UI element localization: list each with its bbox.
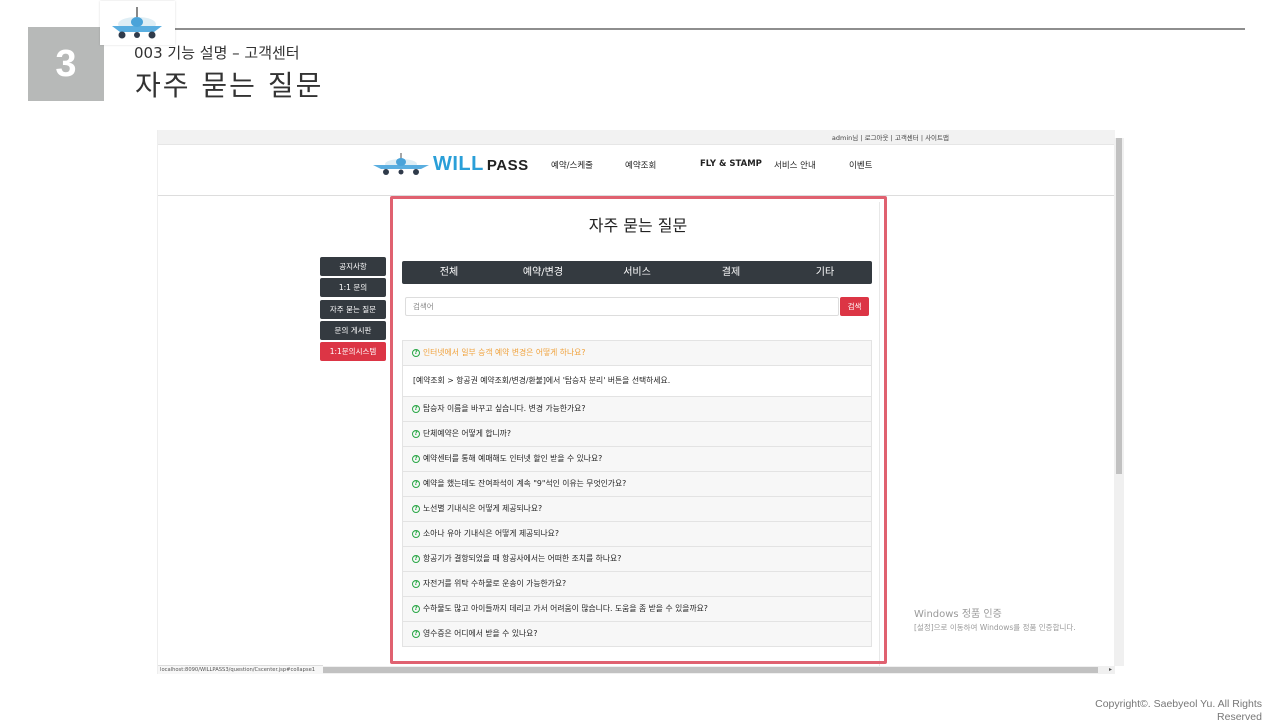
question-circle-icon: ? <box>412 349 420 357</box>
side-item-faq[interactable]: 자주 묻는 질문 <box>320 299 386 319</box>
faq-item[interactable]: ? 수하물도 많고 아이들까지 데리고 가서 어려움이 많습니다. 도움을 좀 받… <box>402 596 872 622</box>
question-circle-icon: ? <box>412 455 420 463</box>
faq-question: 수하물도 많고 아이들까지 데리고 가서 어려움이 많습니다. 도움을 좀 받을… <box>423 604 708 613</box>
side-item-board[interactable]: 문의 게시판 <box>320 320 386 340</box>
faq-item[interactable]: ? 인터넷에서 일부 승객 예약 변경은 어떻게 하나요? <box>402 340 872 366</box>
horizontal-scroll-thumb[interactable] <box>323 667 1098 673</box>
question-circle-icon: ? <box>412 630 420 638</box>
search-button[interactable]: 검색 <box>840 297 869 316</box>
tab-service[interactable]: 서비스 <box>590 261 684 284</box>
question-circle-icon: ? <box>412 555 420 563</box>
faq-list: ? 인터넷에서 일부 승객 예약 변경은 어떻게 하나요? [예약조회 > 항공권… <box>402 340 872 647</box>
faq-item[interactable]: ? 예약센터를 통해 예매해도 인터넷 할인 받을 수 있나요? <box>402 446 872 472</box>
horizontal-scrollbar[interactable]: ▸ <box>323 666 1115 674</box>
question-circle-icon: ? <box>412 480 420 488</box>
tab-payment[interactable]: 결제 <box>684 261 778 284</box>
question-circle-icon: ? <box>412 430 420 438</box>
faq-question: 자전거를 위탁 수하물로 운송이 가능한가요? <box>423 579 567 588</box>
utility-bar: admin님 | 로그아웃 | 고객센터 | 사이트맵 <box>158 130 1115 145</box>
faq-question: 노선별 기내식은 어떻게 제공되나요? <box>423 504 543 513</box>
faq-item[interactable]: ? 단체예약은 어떻게 합니까? <box>402 421 872 447</box>
faq-question: 영수증은 어디에서 받을 수 있나요? <box>423 629 538 638</box>
status-bar-url: localhost:8090/WILLPASS3/question/Cscent… <box>158 665 323 674</box>
faq-item[interactable]: ? 소아나 유아 기내식은 어떻게 제공되나요? <box>402 521 872 547</box>
faq-question: 예약센터를 통해 예매해도 인터넷 할인 받을 수 있나요? <box>423 454 603 463</box>
search-input[interactable]: 검색어 <box>405 297 839 316</box>
faq-item[interactable]: ? 예약을 했는데도 잔여좌석이 계속 "9"석인 이유는 무엇인가요? <box>402 471 872 497</box>
slide-title: 자주 묻는 질문 <box>135 69 324 102</box>
faq-question: 예약을 했는데도 잔여좌석이 계속 "9"석인 이유는 무엇인가요? <box>423 479 627 488</box>
vertical-scrollbar[interactable] <box>1114 138 1124 666</box>
category-tabs: 전체 예약/변경 서비스 결제 기타 <box>402 261 872 284</box>
watermark-line-2: [설정]으로 이동하여 Windows를 정품 인증합니다. <box>914 623 1076 632</box>
side-menu: 공지사항 1:1 문의 자주 묻는 질문 문의 게시판 1:1문의시스템 <box>320 257 386 363</box>
nav-item-event[interactable]: 이벤트 <box>849 159 872 171</box>
site-logo[interactable]: WILL PASS <box>371 151 529 177</box>
slide-number: 3 <box>28 27 104 101</box>
faq-question: 소아나 유아 기내식은 어떻게 제공되나요? <box>423 529 559 538</box>
watermark-line-1: Windows 정품 인증 <box>914 609 1002 620</box>
slide-title-rule <box>170 28 1245 30</box>
side-item-one-to-one[interactable]: 1:1 문의 <box>320 278 386 298</box>
faq-item[interactable]: ? 탑승자 이름을 바꾸고 싶습니다. 변경 가능한가요? <box>402 396 872 422</box>
faq-question: 항공기가 결항되었을 때 항공사에서는 어떠한 조치를 하나요? <box>423 554 622 563</box>
top-links[interactable]: admin님 | 로그아웃 | 고객센터 | 사이트맵 <box>832 132 949 142</box>
vertical-scroll-thumb[interactable] <box>1116 138 1122 474</box>
tab-etc[interactable]: 기타 <box>778 261 872 284</box>
nav-item-fly-stamp[interactable]: FLY & STAMP <box>700 159 762 169</box>
faq-item[interactable]: ? 영수증은 어디에서 받을 수 있나요? <box>402 621 872 647</box>
content-divider <box>879 202 880 672</box>
slide-subtitle: 003 기능 설명 – 고객센터 <box>134 44 300 62</box>
side-item-one-to-one-system[interactable]: 1:1문의시스템 <box>320 342 386 362</box>
brand-name-main: WILL <box>433 152 484 175</box>
question-circle-icon: ? <box>412 505 420 513</box>
faq-item[interactable]: ? 자전거를 위탁 수하물로 운송이 가능한가요? <box>402 571 872 597</box>
airplane-logo-icon <box>100 1 175 45</box>
side-item-notice[interactable]: 공지사항 <box>320 257 386 276</box>
main-nav: WILL PASS 예약/스케줄 예약조회 FLY & STAMP 서비스 안내 … <box>158 145 1115 196</box>
faq-content: 자주 묻는 질문 전체 예약/변경 서비스 결제 기타 검색어 검색 ? 인터넷에… <box>396 202 880 672</box>
slide: 3 003 기능 설명 – 고객센터 자주 묻는 질문 admin님 | 로그아… <box>0 0 1280 720</box>
nav-item-reservation-check[interactable]: 예약조회 <box>625 159 656 171</box>
tab-reservation-change[interactable]: 예약/변경 <box>496 261 590 284</box>
faq-question: 탑승자 이름을 바꾸고 싶습니다. 변경 가능한가요? <box>423 404 586 413</box>
browser-screenshot: admin님 | 로그아웃 | 고객센터 | 사이트맵 WILL PASS 예약/… <box>157 130 1124 674</box>
question-circle-icon: ? <box>412 580 420 588</box>
faq-answer: [예약조회 > 항공권 예약조회/변경/환불]에서 '탑승자 분리' 버튼을 선… <box>402 365 872 397</box>
faq-page-title: 자주 묻는 질문 <box>588 216 688 235</box>
brand-name: WILL PASS <box>433 153 529 176</box>
brand-name-suffix: PASS <box>486 156 529 174</box>
scroll-right-arrow-icon[interactable]: ▸ <box>1109 666 1112 673</box>
airplane-icon <box>373 153 429 175</box>
faq-item[interactable]: ? 항공기가 결항되었을 때 항공사에서는 어떠한 조치를 하나요? <box>402 546 872 572</box>
question-circle-icon: ? <box>412 605 420 613</box>
copyright: Copyright©. Saebyeol Yu. All Rights Rese… <box>1095 698 1262 720</box>
faq-question: 인터넷에서 일부 승객 예약 변경은 어떻게 하나요? <box>423 348 586 357</box>
nav-item-service-guide[interactable]: 서비스 안내 <box>774 159 816 171</box>
question-circle-icon: ? <box>412 405 420 413</box>
tab-all[interactable]: 전체 <box>402 261 496 284</box>
question-circle-icon: ? <box>412 530 420 538</box>
faq-question: 단체예약은 어떻게 합니까? <box>423 429 511 438</box>
windows-activation-watermark: Windows 정품 인증 [설정]으로 이동하여 Windows를 정품 인증… <box>914 605 1076 633</box>
faq-item[interactable]: ? 노선별 기내식은 어떻게 제공되나요? <box>402 496 872 522</box>
nav-item-reservation-schedule[interactable]: 예약/스케줄 <box>551 159 593 171</box>
